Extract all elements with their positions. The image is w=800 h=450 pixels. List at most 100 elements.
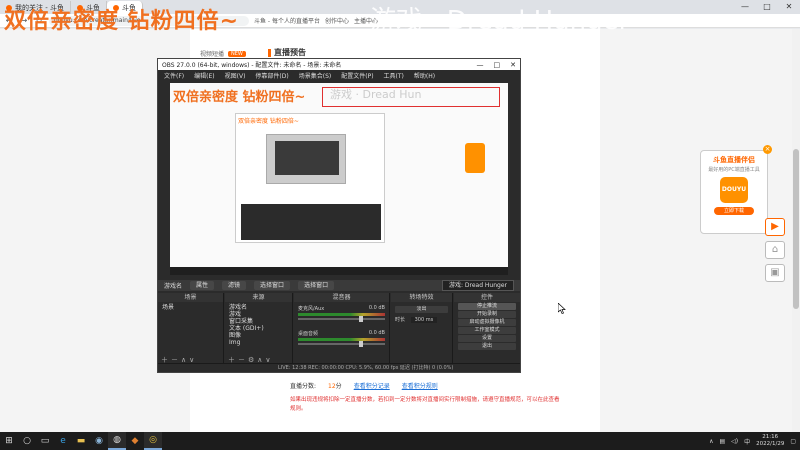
score-label: 直播分数: <box>290 383 317 390</box>
exit-button[interactable]: 退出 <box>458 343 516 350</box>
stop-streaming-button[interactable]: 停止推流 <box>458 303 516 310</box>
clock[interactable]: 21:16 2022/1/29 <box>756 434 784 448</box>
volume-icon[interactable]: ◁) <box>731 438 738 445</box>
studio-mode-button[interactable]: 工作室模式 <box>458 327 516 334</box>
source-item[interactable]: 图像 <box>229 332 288 339</box>
edge-icon[interactable]: e <box>54 432 72 450</box>
breadcrumb: 视频短播 NEW <box>200 49 246 58</box>
select-window-button[interactable]: 选择窗口 <box>254 281 291 290</box>
duration-label: 时长 <box>395 317 406 323</box>
sources-list: 游戏名 游戏 窗口采集 文本 (GDI+) 图像 Img <box>225 302 292 348</box>
obs-title-text: OBS 27.0.0 (64-bit, windows) - 配置文件: 未命名… <box>162 62 342 69</box>
ime-indicator[interactable]: 中 <box>744 437 750 446</box>
section-title-text: 直播预告 <box>274 48 306 57</box>
transition-select[interactable]: 淡出 <box>395 306 448 313</box>
sources-header: 来源 <box>225 293 292 302</box>
selected-source-box[interactable] <box>322 87 500 107</box>
source-item[interactable]: 文本 (GDI+) <box>229 325 288 332</box>
tray-chevron-icon[interactable]: ∧ <box>709 438 713 445</box>
new-badge: NEW <box>228 50 246 57</box>
close-button[interactable]: ✕ <box>778 0 800 14</box>
obs-maximize-button[interactable]: □ <box>494 61 501 69</box>
menu-profile[interactable]: 配置文件(P) <box>341 71 373 80</box>
filters-button[interactable]: 滤镜 <box>222 281 247 290</box>
play-icon[interactable]: ▶ <box>765 218 785 236</box>
menu-docks[interactable]: 停靠部件(D) <box>255 71 288 80</box>
obs-icon[interactable]: ◍ <box>108 432 126 450</box>
obs-window[interactable]: OBS 27.0.0 (64-bit, windows) - 配置文件: 未命名… <box>157 58 521 373</box>
breadcrumb-item[interactable]: 视频短播 <box>200 49 224 58</box>
promo-title: 斗鱼直播伴侣 <box>713 156 755 164</box>
transition-duration-row: 时长 300 ms <box>395 316 448 323</box>
source-item[interactable]: 游戏名 <box>229 304 288 311</box>
nested-obs-panels <box>241 204 381 240</box>
chrome-icon[interactable]: ◎ <box>144 432 162 450</box>
menu-scene-collection[interactable]: 场景集合(S) <box>299 71 332 80</box>
bookmark-2[interactable]: 创作中心 <box>325 16 349 25</box>
menu-edit[interactable]: 编辑(E) <box>194 71 214 80</box>
menu-file[interactable]: 文件(F) <box>164 71 184 80</box>
preview-overlay-text: 双倍亲密度 钻粉四倍~ <box>173 90 306 105</box>
controls-dock: 控件 停止推流 开始录制 启动虚拟摄像机 工作室模式 设置 退出 <box>454 293 520 363</box>
source-item[interactable]: 窗口采集 <box>229 318 288 325</box>
source-item[interactable]: Img <box>229 339 288 346</box>
select-window-button-2[interactable]: 选择窗口 <box>298 281 335 290</box>
ctx-source-name: 游戏名 <box>164 283 183 290</box>
notification-icon[interactable]: ▢ <box>790 438 796 445</box>
minimize-button[interactable]: — <box>734 0 756 14</box>
score-rules-link[interactable]: 查看积分规则 <box>402 381 438 390</box>
scenes-toolbar[interactable]: ＋－∧∨ <box>158 355 223 364</box>
scrollbar-thumb[interactable] <box>793 149 799 309</box>
start-icon[interactable]: ⊞ <box>0 432 18 450</box>
obs-context-bar: 游戏名 属性 滤镜 选择窗口 选择窗口 游戏: Dread Hunger <box>158 280 520 291</box>
menu-tools[interactable]: 工具(T) <box>384 71 404 80</box>
page-scrollbar[interactable] <box>792 29 800 432</box>
properties-button[interactable]: 属性 <box>190 281 215 290</box>
duration-input[interactable]: 300 ms <box>410 317 438 323</box>
score-unit: 分 <box>335 383 342 390</box>
bookmark-1[interactable]: 斗鱼 - 每个人的直播平台 <box>254 16 320 25</box>
download-button[interactable]: 立即下载 <box>714 207 754 215</box>
channel-name: 麦克风/Aux <box>298 306 325 312</box>
game-icon[interactable]: ◆ <box>126 432 144 450</box>
scene-item[interactable]: 场景 <box>162 304 219 311</box>
virtual-camera-button[interactable]: 启动虚拟摄像机 <box>458 319 516 326</box>
start-recording-button[interactable]: 开始录制 <box>458 311 516 318</box>
score-record-link[interactable]: 查看积分记录 <box>354 381 390 390</box>
promo-close-icon[interactable]: × <box>763 145 772 154</box>
channel-name: 桌面音频 <box>298 331 319 337</box>
steam-icon[interactable]: ◉ <box>90 432 108 450</box>
mixer-channel-mic: 麦克风/Aux 0.0 dB <box>298 305 385 322</box>
score-line: 直播分数: 12分 查看积分记录 查看积分规则 <box>290 381 438 390</box>
channel-level: 0.0 dB <box>368 330 385 336</box>
network-icon[interactable]: ▤ <box>719 438 725 445</box>
obs-minimize-button[interactable]: — <box>477 61 484 69</box>
transitions-header: 转场特效 <box>391 293 452 302</box>
obs-statusbar: LIVE: 12:38 REC: 00:00:00 CPU: 5.9%, 60.… <box>158 363 520 372</box>
scenes-dock: 场景 场景 ＋－∧∨ <box>158 293 224 364</box>
menu-view[interactable]: 视图(V) <box>225 71 246 80</box>
obs-close-button[interactable]: ✕ <box>510 61 516 69</box>
score-value: 12 <box>328 383 336 390</box>
volume-slider[interactable] <box>298 341 385 347</box>
scenes-list: 场景 <box>158 302 223 313</box>
sources-toolbar[interactable]: ＋－⚙∧∨ <box>225 355 292 364</box>
current-source-field[interactable]: 游戏: Dread Hunger <box>441 280 514 291</box>
volume-slider[interactable] <box>298 316 385 322</box>
menu-help[interactable]: 帮助(H) <box>414 71 435 80</box>
explorer-icon[interactable]: ▬ <box>72 432 90 450</box>
window-controls: — □ ✕ <box>734 0 800 14</box>
settings-button[interactable]: 设置 <box>458 335 516 342</box>
task-view-icon[interactable]: ▭ <box>36 432 54 450</box>
douyu-logo-icon: DOUYU <box>720 177 748 203</box>
maximize-button[interactable]: □ <box>756 0 778 14</box>
screenshot-icon[interactable]: ▣ <box>765 264 785 282</box>
promo-widget[interactable]: 斗鱼直播伴侣 最好用的PC端直播工具 DOUYU 立即下载 <box>700 150 768 234</box>
system-tray: ∧ ▤ ◁) 中 21:16 2022/1/29 ▢ <box>709 434 800 448</box>
home-icon[interactable]: ⌂ <box>765 241 785 259</box>
source-item[interactable]: 游戏 <box>229 311 288 318</box>
obs-preview[interactable]: 双倍亲密度 钻粉四倍~ 游戏 · Dread Hun 双倍亲密度 钻粉四倍~ <box>170 83 508 275</box>
controls-header: 控件 <box>454 293 520 302</box>
search-icon[interactable]: ○ <box>18 432 36 450</box>
obs-window-controls: — □ ✕ <box>477 61 517 69</box>
